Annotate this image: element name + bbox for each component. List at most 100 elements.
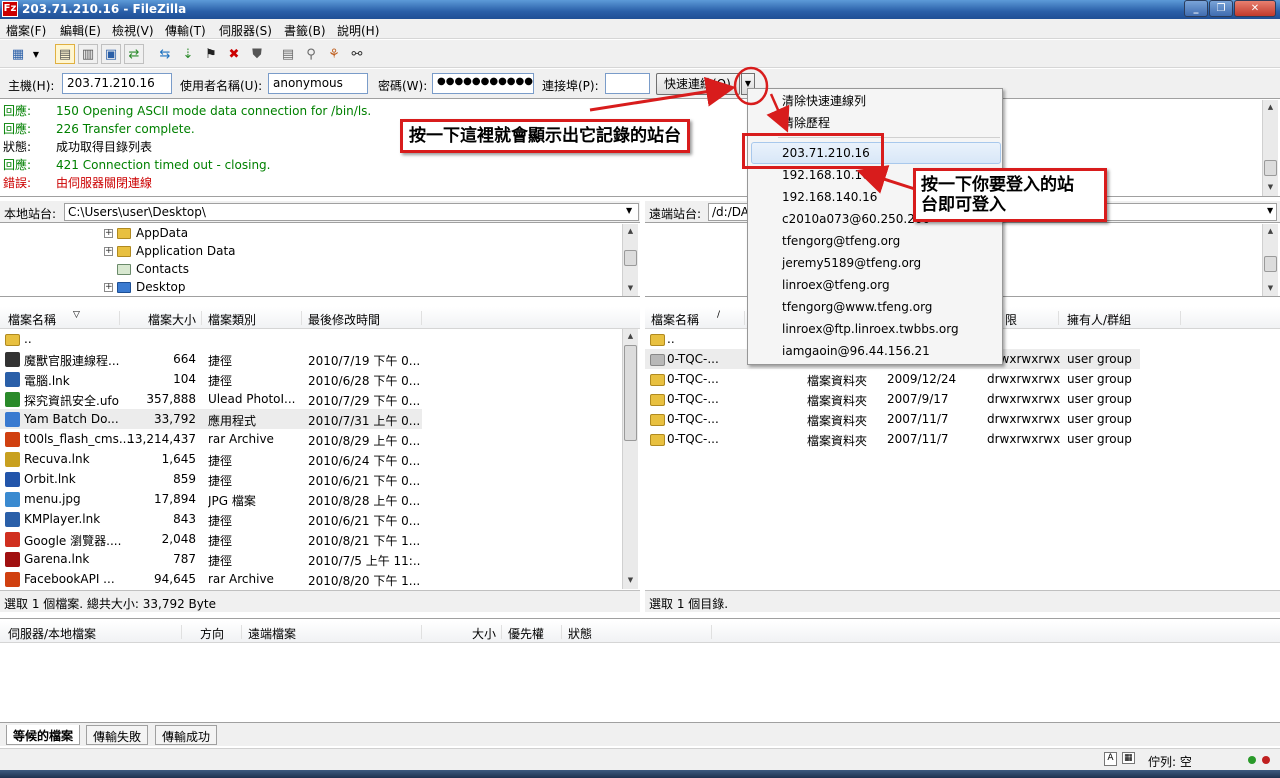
table-row[interactable]: 探究資訊安全.ufo 357,888 Ulead PhotoI... 2010/7/2… <box>0 389 422 409</box>
history-item[interactable]: jeremy5189@tfeng.org <box>782 253 921 273</box>
password-input[interactable]: ●●●●●●●●●●●●● <box>432 73 534 94</box>
clear-history-item[interactable]: 清除歷程 <box>782 113 830 133</box>
binary-mode-icon[interactable]: ▦ <box>1122 752 1135 764</box>
history-item[interactable]: c2010a073@60.250.200 <box>782 209 930 229</box>
local-tree-scrollbar[interactable]: ▲ ▼ <box>622 224 638 296</box>
table-row[interactable]: 0-TQC-... 檔案資料夾 2007/9/17 drwxrwxrwx user gr… <box>645 389 1140 409</box>
clear-quickconnect-item[interactable]: 清除快速連線列 <box>782 91 866 111</box>
col-status[interactable]: 狀態 <box>562 625 712 641</box>
user-input[interactable]: anonymous <box>268 73 368 94</box>
chevron-down-icon[interactable]: ▼ <box>626 206 632 215</box>
tab-successful-transfers[interactable]: 傳輸成功 <box>155 725 218 745</box>
col-size[interactable]: 大小 <box>466 625 502 641</box>
menu-transfer[interactable]: 傳輸(T) <box>165 22 206 39</box>
site-manager-dropdown-icon[interactable]: ▼ <box>30 44 42 64</box>
col-modified[interactable]: 最後修改時間 <box>302 311 422 327</box>
col-filename[interactable]: 檔案名稱 <box>2 311 120 327</box>
toggle-log-icon[interactable]: ▤ <box>55 44 75 64</box>
table-row[interactable]: 0-TQC-... 檔案資料夾 2007/11/7 drwxrwxrwx user gr… <box>645 409 1140 429</box>
toggle-remote-tree-icon[interactable]: ▣ <box>101 44 121 64</box>
compare-icon[interactable]: ⚲ <box>301 44 321 64</box>
table-row[interactable]: 魔獸官服連線程... 664 捷徑 2010/7/19 下午 0... <box>0 349 422 369</box>
filter-status-icon[interactable]: A <box>1104 752 1117 766</box>
table-row[interactable]: Orbit.lnk 859 捷徑 2010/6/21 下午 0... <box>0 469 422 489</box>
disconnect-icon[interactable]: ⛊ <box>247 44 267 64</box>
tree-node[interactable]: Contacts <box>117 260 189 278</box>
table-row[interactable]: t00ls_flash_cms.... 13,214,437 rar Archive… <box>0 429 422 449</box>
file-type: 應用程式 <box>208 414 257 428</box>
col-filename[interactable]: 檔案名稱 <box>645 311 745 327</box>
col-remote-file[interactable]: 遠端檔案 <box>242 625 422 641</box>
table-row[interactable]: FacebookAPI ... 94,645 rar Archive 2010/8/2… <box>0 569 422 589</box>
stop-icon[interactable]: ⚑ <box>201 44 221 64</box>
log-row: 狀態: 成功取得目錄列表 <box>3 138 152 156</box>
menu-server[interactable]: 伺服器(S) <box>219 22 272 39</box>
chevron-down-icon[interactable]: ▼ <box>1267 206 1273 215</box>
port-input[interactable] <box>605 73 650 94</box>
restore-icon[interactable]: ❐ <box>1209 0 1233 17</box>
toggle-queue-icon[interactable]: ⇄ <box>124 44 144 64</box>
col-owner[interactable]: 擁有人/群組 <box>1061 311 1181 327</box>
local-list-scrollbar[interactable]: ▲ ▼ <box>622 329 638 589</box>
log-message: 成功取得目錄列表 <box>56 140 153 154</box>
table-row[interactable]: Google 瀏覽器.... 2,048 捷徑 2010/8/21 下午 1... <box>0 529 422 549</box>
menu-file[interactable]: 檔案(F) <box>6 22 46 39</box>
close-icon[interactable]: ✕ <box>1234 0 1276 17</box>
host-input[interactable]: 203.71.210.16 <box>62 73 172 94</box>
menu-bookmarks[interactable]: 書籤(B) <box>284 22 326 39</box>
log-type: 狀態: <box>3 140 32 154</box>
contacts-icon <box>117 263 131 275</box>
table-row[interactable]: Recuva.lnk 1,645 捷徑 2010/6/24 下午 0... <box>0 449 422 469</box>
col-filesize[interactable]: 檔案大小 <box>142 311 202 327</box>
history-item[interactable]: 192.168.140.16 <box>782 187 877 207</box>
history-item[interactable]: linroex@ftp.linroex.twbbs.org <box>782 319 959 339</box>
col-filetype[interactable]: 檔案類別 <box>202 311 302 327</box>
local-status: 選取 1 個檔案. 總共大小: 33,792 Byte <box>0 590 640 612</box>
col-priority[interactable]: 優先權 <box>502 625 562 641</box>
kmplayer-icon <box>5 512 20 527</box>
windows-taskbar <box>0 770 1280 778</box>
table-row[interactable]: 0-TQC-... 檔案資料夾 2007/11/7 drwxrwxrwx user gr… <box>645 429 1140 449</box>
minimize-icon[interactable]: _ <box>1184 0 1208 17</box>
table-row[interactable]: KMPlayer.lnk 843 捷徑 2010/6/21 下午 0... <box>0 509 422 529</box>
tab-failed-transfers[interactable]: 傳輸失敗 <box>86 725 149 745</box>
cancel-icon[interactable]: ✖ <box>224 44 244 64</box>
menu-help[interactable]: 說明(H) <box>337 22 379 39</box>
tab-queued-files[interactable]: 等候的檔案 <box>6 725 81 745</box>
history-item[interactable]: iamgaoin@96.44.156.21 <box>782 341 930 361</box>
toggle-local-tree-icon[interactable]: ▥ <box>78 44 98 64</box>
table-row[interactable]: 0-TQC-... 檔案資料夾 2009/12/24 drwxrwxrwx user g… <box>645 369 1140 389</box>
table-row[interactable]: menu.jpg 17,894 JPG 檔案 2010/8/28 上午 0... <box>0 489 422 509</box>
search-icon[interactable]: ⚯ <box>347 44 367 64</box>
expand-icon[interactable]: + <box>104 282 113 292</box>
col-permissions[interactable]: 限 <box>999 311 1059 327</box>
tree-node[interactable]: + Desktop <box>104 278 186 296</box>
site-manager-icon[interactable]: ▦ <box>8 44 28 64</box>
sync-browse-icon[interactable]: ⚘ <box>324 44 344 64</box>
history-item[interactable]: tfengorg@tfeng.org <box>782 231 900 251</box>
table-row[interactable]: 電腦.lnk 104 捷徑 2010/6/28 下午 0... <box>0 369 422 389</box>
process-queue-icon[interactable]: ⇣ <box>178 44 198 64</box>
table-row[interactable]: Yam Batch Do... 33,792 應用程式 2010/7/31 上午 0.… <box>0 409 422 429</box>
history-item[interactable]: tfengorg@www.tfeng.org <box>782 297 932 317</box>
quickconnect-button[interactable]: 快速連線(Q) <box>656 73 740 95</box>
file-modified: 2010/8/28 上午 0... <box>308 494 420 508</box>
expand-icon[interactable]: + <box>104 246 113 256</box>
menu-edit[interactable]: 編輯(E) <box>60 22 101 39</box>
log-scrollbar[interactable]: ▲ ▼ <box>1262 100 1278 196</box>
col-direction[interactable]: 方向 <box>194 625 242 641</box>
table-row[interactable]: Garena.lnk 787 捷徑 2010/7/5 上午 11:... <box>0 549 422 569</box>
refresh-icon[interactable]: ⇆ <box>155 44 175 64</box>
expand-icon[interactable]: + <box>104 228 113 238</box>
filter-icon[interactable]: ▤ <box>278 44 298 64</box>
history-item[interactable]: linroex@tfeng.org <box>782 275 890 295</box>
folder-icon <box>650 394 665 406</box>
local-path-input[interactable]: C:\Users\user\Desktop\ <box>64 203 639 221</box>
tree-node[interactable]: + AppData <box>104 224 188 242</box>
col-server-local[interactable]: 伺服器/本地檔案 <box>2 625 182 641</box>
remote-tree-scrollbar[interactable]: ▲ ▼ <box>1262 224 1278 296</box>
tree-node[interactable]: + Application Data <box>104 242 236 260</box>
file-owner: user group <box>1067 432 1132 446</box>
table-row[interactable]: .. <box>0 329 422 349</box>
menu-view[interactable]: 檢視(V) <box>112 22 154 39</box>
